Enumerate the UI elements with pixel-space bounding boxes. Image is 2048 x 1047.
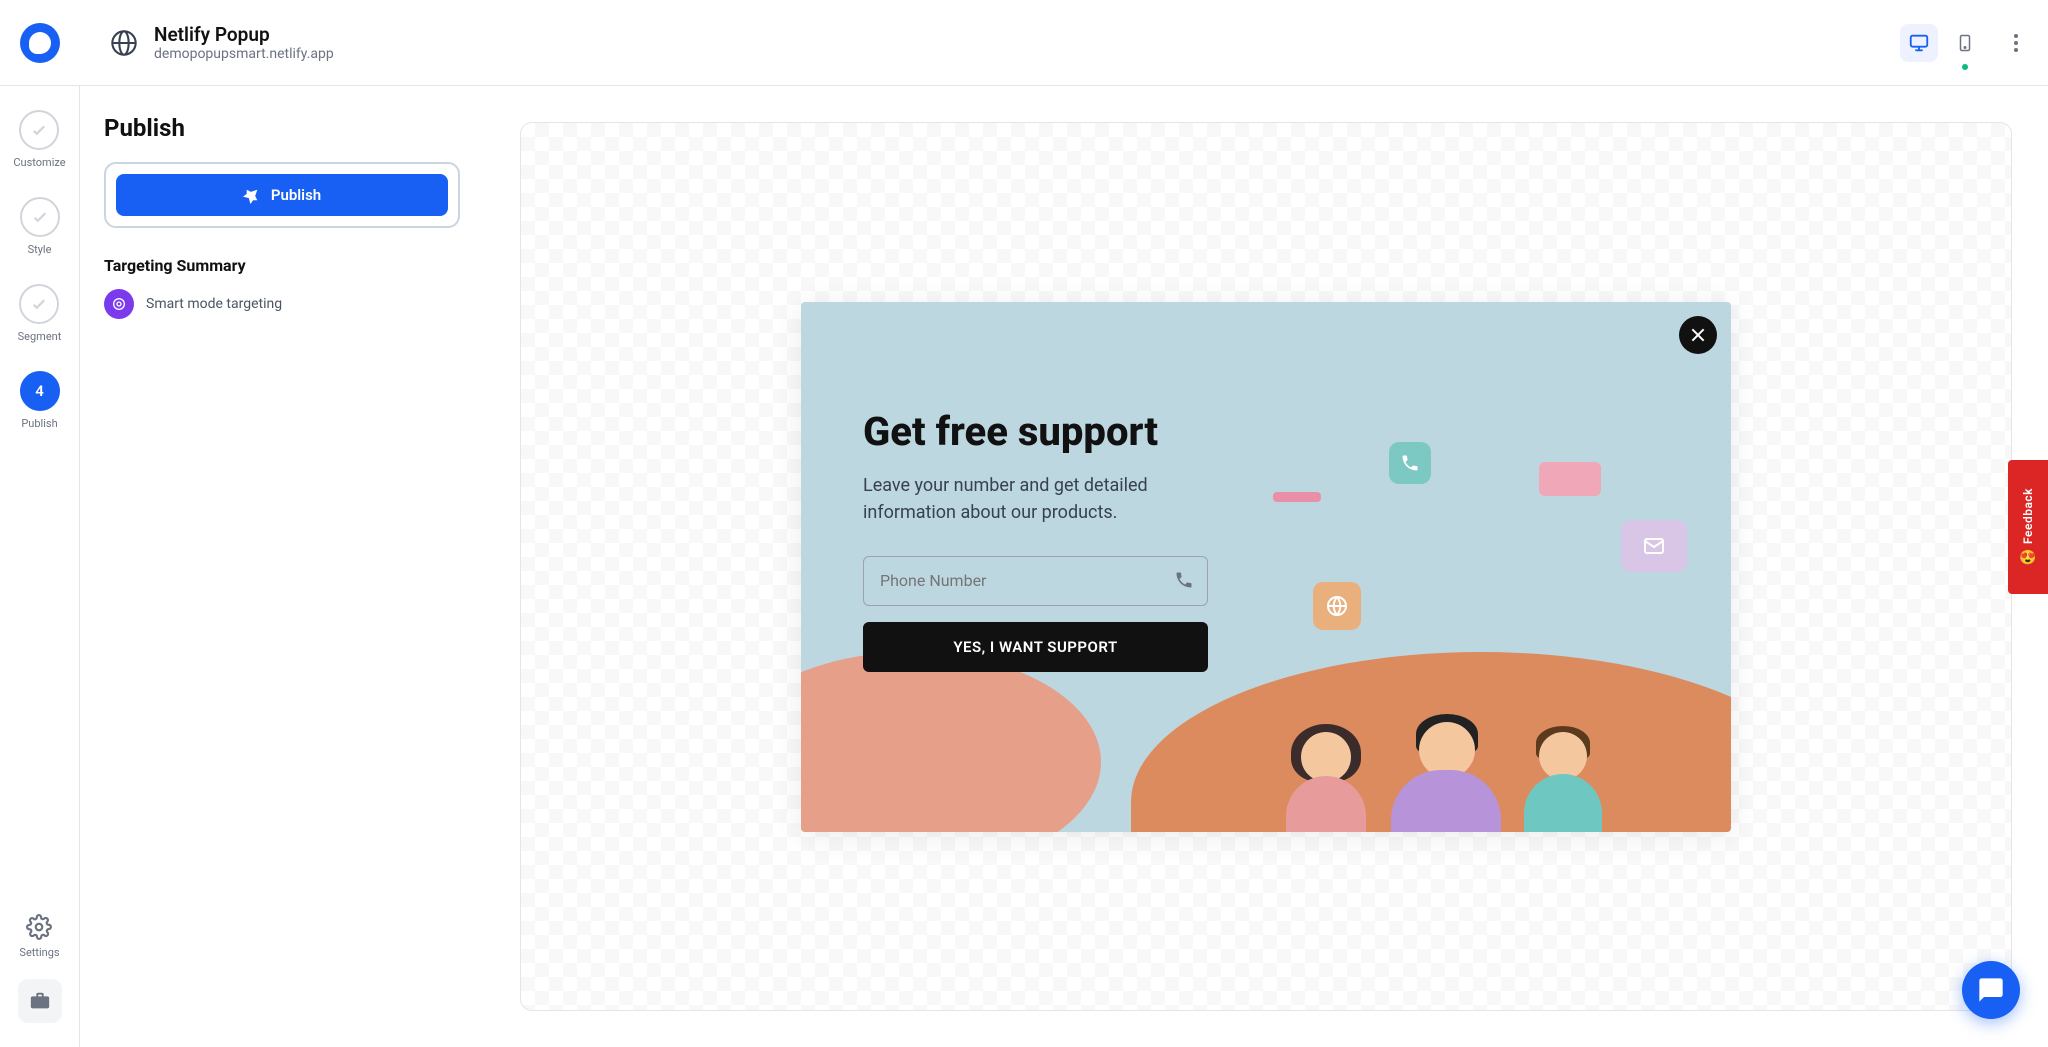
mobile-view-button[interactable]: [1946, 24, 1984, 62]
more-menu-button[interactable]: [2004, 34, 2028, 52]
step-label: Publish: [21, 417, 57, 430]
feedback-label: Feedback: [2021, 488, 2035, 544]
step-sidebar: Customize Style Segment 4 Publish Settin…: [0, 86, 80, 1047]
targeting-icon-wrap: [104, 289, 134, 319]
desktop-view-button[interactable]: [1900, 24, 1938, 62]
popup-close-button[interactable]: [1679, 316, 1717, 354]
check-icon: [31, 208, 49, 226]
rocket-icon: [243, 186, 261, 204]
briefcase-button[interactable]: [18, 979, 62, 1023]
panel-title: Publish: [104, 114, 460, 142]
mobile-icon: [1956, 32, 1974, 54]
popup-title: Get free support: [863, 410, 1208, 454]
device-toggles: [1900, 24, 2028, 62]
feedback-tab[interactable]: Feedback 😍: [2008, 460, 2048, 594]
mobile-active-dot: [1962, 64, 1968, 70]
phone-input[interactable]: [863, 556, 1208, 606]
settings-button[interactable]: Settings: [19, 914, 59, 959]
app-logo[interactable]: [20, 23, 60, 63]
step-style[interactable]: Style: [20, 197, 60, 256]
publish-button-label: Publish: [271, 186, 321, 204]
page-title: Netlify Popup: [154, 23, 334, 46]
publish-panel: Publish Publish Targeting Summary Smart …: [80, 86, 484, 1047]
popup-description: Leave your number and get detailed infor…: [863, 472, 1208, 526]
settings-label: Settings: [19, 946, 59, 959]
popup-preview: Get free support Leave your number and g…: [801, 302, 1731, 832]
check-icon: [30, 295, 48, 313]
targeting-item-label: Smart mode targeting: [146, 296, 282, 312]
check-icon: [30, 121, 48, 139]
phone-icon: [1174, 570, 1194, 590]
publish-button[interactable]: Publish: [116, 174, 448, 216]
topbar: Netlify Popup demopopupsmart.netlify.app: [0, 0, 2048, 86]
step-number: 4: [35, 382, 44, 400]
chat-bubble-icon: [29, 32, 51, 54]
page-domain: demopopupsmart.netlify.app: [154, 46, 334, 62]
step-label: Customize: [13, 156, 65, 169]
popup-cta-label: YES, I WANT SUPPORT: [953, 638, 1117, 656]
step-segment[interactable]: Segment: [18, 284, 62, 343]
chat-icon: [1977, 976, 2005, 1004]
publish-card: Publish: [104, 162, 460, 228]
step-label: Style: [28, 243, 52, 256]
preview-canvas: Get free support Leave your number and g…: [484, 86, 2048, 1047]
preview-frame: Get free support Leave your number and g…: [520, 122, 2012, 1011]
heart-eyes-icon: 😍: [2019, 550, 2036, 566]
briefcase-icon: [29, 990, 51, 1012]
globe-icon: [110, 29, 138, 57]
targeting-section: Targeting Summary Smart mode targeting: [104, 256, 460, 319]
domain-info: Netlify Popup demopopupsmart.netlify.app: [80, 23, 334, 62]
popup-content: Get free support Leave your number and g…: [863, 410, 1208, 672]
chat-widget-button[interactable]: [1962, 961, 2020, 1019]
people-illustration: [1281, 472, 1641, 732]
target-icon: [111, 296, 127, 312]
gear-icon: [26, 914, 52, 940]
targeting-item: Smart mode targeting: [104, 289, 460, 319]
step-customize[interactable]: Customize: [13, 110, 65, 169]
desktop-icon: [1908, 32, 1930, 54]
step-publish[interactable]: 4 Publish: [20, 371, 60, 430]
logo-area: [0, 23, 80, 63]
popup-cta-button[interactable]: YES, I WANT SUPPORT: [863, 622, 1208, 672]
step-label: Segment: [18, 330, 62, 343]
targeting-heading: Targeting Summary: [104, 256, 460, 275]
